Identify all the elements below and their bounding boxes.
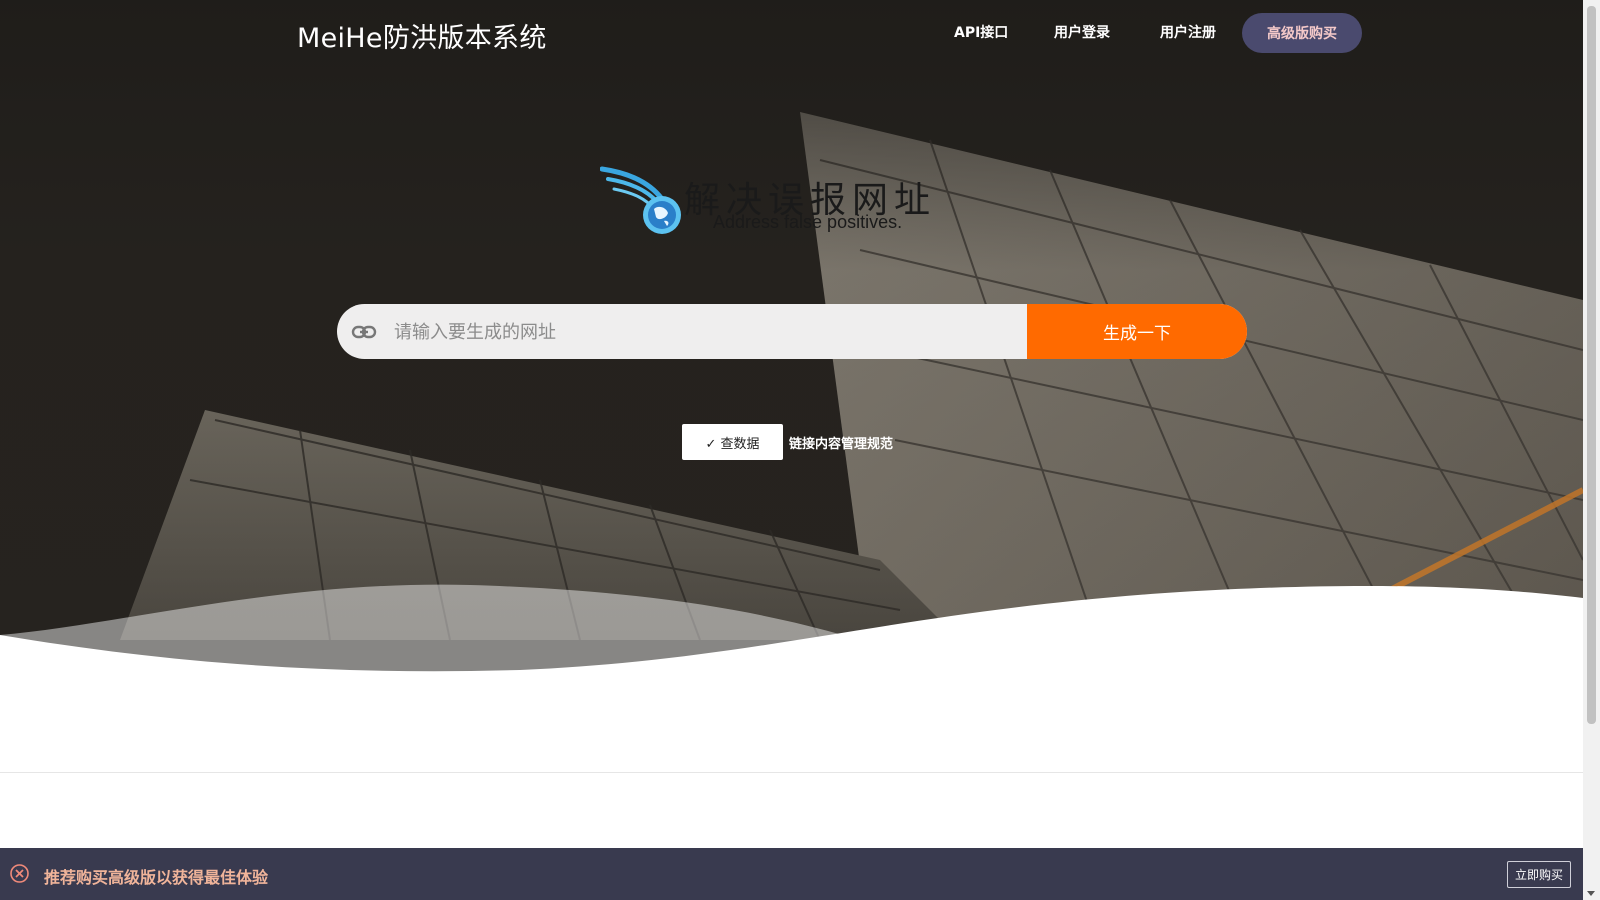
hero-logo: 解决误报网址 Address false positives. bbox=[600, 165, 980, 245]
page: MeiHe防洪版本系统 API接口 用户登录 用户注册 高级版购买 解决误报网址… bbox=[0, 0, 1600, 900]
check-data-button[interactable]: ✓ 查数据 bbox=[682, 424, 783, 460]
generate-button[interactable]: 生成一下 bbox=[1027, 304, 1247, 359]
brand-title[interactable]: MeiHe防洪版本系统 bbox=[297, 16, 547, 55]
link-policy-link[interactable]: 链接内容管理规范 bbox=[789, 433, 893, 452]
globe-comet-icon bbox=[600, 166, 681, 234]
scroll-down-arrow-icon[interactable] bbox=[1587, 891, 1595, 896]
banner-text: 推荐购买高级版以获得最佳体验 bbox=[44, 868, 269, 887]
logo-subtitle: Address false positives. bbox=[713, 212, 903, 232]
nav-register[interactable]: 用户注册 bbox=[1160, 22, 1216, 42]
wave-divider bbox=[0, 584, 1583, 772]
hero-section: MeiHe防洪版本系统 API接口 用户登录 用户注册 高级版购买 解决误报网址… bbox=[0, 0, 1583, 772]
url-input[interactable] bbox=[392, 304, 1006, 359]
section-divider bbox=[0, 772, 1583, 773]
link-icon bbox=[351, 325, 377, 339]
search-bar: 生成一下 bbox=[337, 304, 1247, 359]
scrollbar-thumb[interactable] bbox=[1587, 6, 1596, 724]
vertical-scrollbar[interactable] bbox=[1583, 0, 1600, 900]
nav-premium-button[interactable]: 高级版购买 bbox=[1242, 13, 1362, 53]
promo-banner: 推荐购买高级版以获得最佳体验 立即购买 bbox=[0, 848, 1583, 900]
nav-api[interactable]: API接口 bbox=[954, 22, 1008, 42]
close-circle-icon[interactable] bbox=[10, 864, 29, 883]
nav-login[interactable]: 用户登录 bbox=[1054, 22, 1110, 42]
buy-now-button[interactable]: 立即购买 bbox=[1507, 861, 1571, 888]
